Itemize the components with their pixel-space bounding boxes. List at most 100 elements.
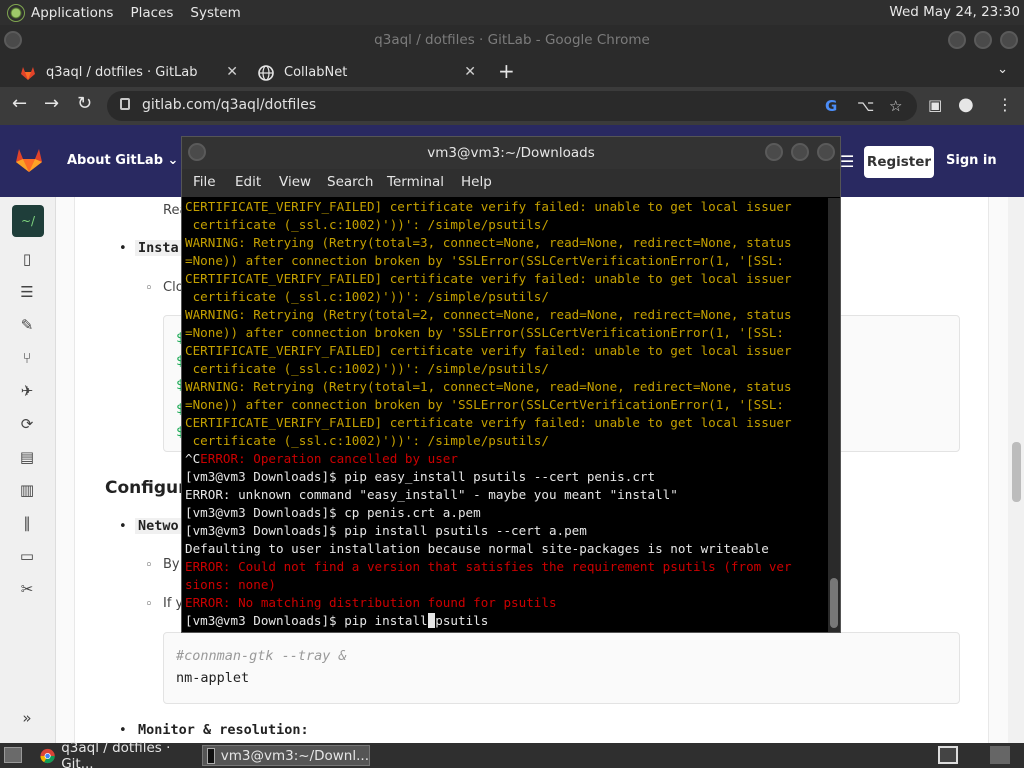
tab-collabnet[interactable]: CollabNet ✕ [258,58,478,87]
terminal-line: ERROR: Could not find a version that sat… [185,559,792,574]
register-button[interactable]: Register [864,146,934,178]
address-bar[interactable]: gitlab.com/q3aql/dotfiles G ⌥ ☆ [107,91,917,121]
project-info-icon[interactable]: ▯ [17,250,37,270]
terminal-line: certificate (_ssl.c:1002)'))': /simple/p… [185,433,549,448]
issues-icon[interactable]: ✎ [17,316,37,336]
terminal-line: =None)) after connection broken by 'SSLE… [185,325,784,340]
terminal-line: WARNING: Retrying (Retry(total=2, connec… [185,307,792,322]
terminal-line: [vm3@vm3 Downloads]$ cp penis.crt a.pem [185,505,481,520]
hamburger-menu-icon[interactable]: ☰ [840,152,854,171]
chrome-titlebar: q3aql / dotfiles · GitLab - Google Chrom… [0,25,1024,55]
terminal-line: WARNING: Retrying (Retry(total=3, connec… [185,235,792,250]
terminal-line: certificate (_ssl.c:1002)'))': /simple/p… [185,289,549,304]
distro-logo-icon[interactable] [7,3,25,22]
gitlab-favicon-icon [21,66,35,80]
deployments-icon[interactable]: ⟳ [17,415,37,435]
scrollbar-thumb[interactable] [830,578,838,628]
share-icon[interactable]: ⌥ [857,97,874,115]
terminal-line: certificate (_ssl.c:1002)'))': /simple/p… [185,361,549,376]
terminal-line: CERTIFICATE_VERIFY_FAILED] certificate v… [185,415,792,430]
page-scrollbar[interactable] [1008,197,1024,743]
bottom-taskbar: q3aql / dotfiles · Git... vm3@vm3:~/Down… [0,740,1024,768]
repository-icon[interactable]: ☰ [17,283,37,303]
workspace-switcher-icon[interactable] [938,746,958,764]
install-heading: Insta [135,240,182,256]
sign-in-link[interactable]: Sign in [946,153,997,168]
chrome-icon [40,748,55,763]
ci-cd-rocket-icon[interactable]: ✈ [17,382,37,402]
analytics-icon[interactable]: ∥ [17,514,37,534]
terminal-output[interactable]: CERTIFICATE_VERIFY_FAILED] certificate v… [185,198,827,632]
terminal-close-button[interactable] [817,143,835,161]
url-text[interactable]: gitlab.com/q3aql/dotfiles [142,97,316,113]
terminal-minimize-button[interactable] [765,143,783,161]
menu-help[interactable]: Help [461,174,492,190]
terminal-title: vm3@vm3:~/Downloads [427,145,595,161]
terminal-line: [vm3@vm3 Downloads]$ pip install psutils… [185,523,587,538]
back-arrow-icon[interactable]: ← [12,93,27,114]
menu-system[interactable]: System [190,5,240,21]
menu-terminal[interactable]: Terminal [387,174,444,190]
taskbar-item-terminal[interactable]: vm3@vm3:~/Downl... [202,745,370,766]
google-lens-icon[interactable]: G [825,97,837,115]
clock[interactable]: Wed May 24, 23:30 [889,4,1020,20]
trash-icon[interactable] [990,746,1010,764]
minimize-button[interactable] [948,31,966,49]
merge-requests-icon[interactable]: ⑂ [17,349,37,369]
window-title: q3aql / dotfiles · GitLab - Google Chrom… [374,32,650,48]
expand-sidebar-icon[interactable]: » [17,709,37,729]
taskbar-item-chrome[interactable]: q3aql / dotfiles · Git... [36,740,200,768]
terminal-window-menu-button[interactable] [188,143,206,161]
tab-close-icon[interactable]: ✕ [464,64,476,80]
terminal-scrollbar[interactable] [828,198,840,632]
show-desktop-icon[interactable] [4,747,22,763]
tab-close-icon[interactable]: ✕ [226,64,238,80]
terminal-line: ERROR: unknown command "easy_install" - … [185,487,678,502]
window-menu-button[interactable] [4,31,22,49]
packages-icon[interactable]: ▤ [17,448,37,468]
code-block: #connman-gtk --tray & nm-applet [163,632,960,704]
top-panel: Applications Places System Wed May 24, 2… [0,0,1024,25]
chrome-menu-icon[interactable]: ⋮ [997,95,1013,114]
terminal-line: =None)) after connection broken by 'SSLE… [185,397,784,412]
tab-search-chevron-icon[interactable]: ⌄ [997,62,1008,77]
code-comment: #connman-gtk --tray & [176,648,347,664]
menu-applications[interactable]: Applications [31,5,113,21]
scrollbar-thumb[interactable] [1012,442,1021,502]
terminal-line: WARNING: Retrying (Retry(total=1, connec… [185,379,792,394]
bookmark-star-icon[interactable]: ☆ [889,97,902,115]
new-tab-button[interactable]: + [498,59,515,83]
terminal-line: CERTIFICATE_VERIFY_FAILED] certificate v… [185,343,792,358]
snippets-scissors-icon[interactable]: ✂ [17,580,37,600]
menu-places[interactable]: Places [130,5,173,21]
terminal-line: =None)) after connection broken by 'SSLE… [185,253,784,268]
terminal-maximize-button[interactable] [791,143,809,161]
gitlab-logo-icon[interactable] [15,147,43,173]
wiki-icon[interactable]: ▭ [17,547,37,567]
profile-avatar-icon[interactable]: ● [958,94,974,115]
terminal-line: CERTIFICATE_VERIFY_FAILED] certificate v… [185,199,792,214]
terminal-window: vm3@vm3:~/Downloads File Edit View Searc… [181,136,841,633]
lock-icon[interactable] [120,98,130,110]
monitor-resolution-heading: Monitor & resolution: [138,722,309,738]
menu-edit[interactable]: Edit [235,174,261,190]
tab-gitlab[interactable]: q3aql / dotfiles · GitLab ✕ [20,58,240,87]
about-gitlab-menu[interactable]: About GitLab ⌄ [67,153,178,168]
menu-file[interactable]: File [193,174,216,190]
menu-search[interactable]: Search [327,174,373,190]
monitor-icon[interactable]: ▥ [17,481,37,501]
close-window-button[interactable] [1000,31,1018,49]
project-avatar[interactable]: ~/ [12,205,44,237]
taskbar-item-label: q3aql / dotfiles · Git... [61,739,171,768]
browser-toolbar: ← → ↻ gitlab.com/q3aql/dotfiles G ⌥ ☆ ▣ … [0,87,1024,125]
taskbar-item-label: vm3@vm3:~/Downl... [220,747,369,764]
terminal-line: certificate (_ssl.c:1002)'))': /simple/p… [185,217,549,232]
terminal-line: [vm3@vm3 Downloads]$ pip install psutils [185,613,489,628]
terminal-icon [207,747,215,764]
reload-icon[interactable]: ↻ [77,93,92,114]
menu-view[interactable]: View [279,174,311,190]
tab-label: q3aql / dotfiles · GitLab [46,65,198,80]
maximize-button[interactable] [974,31,992,49]
forward-arrow-icon[interactable]: → [44,93,59,114]
side-panel-icon[interactable]: ▣ [928,96,942,114]
